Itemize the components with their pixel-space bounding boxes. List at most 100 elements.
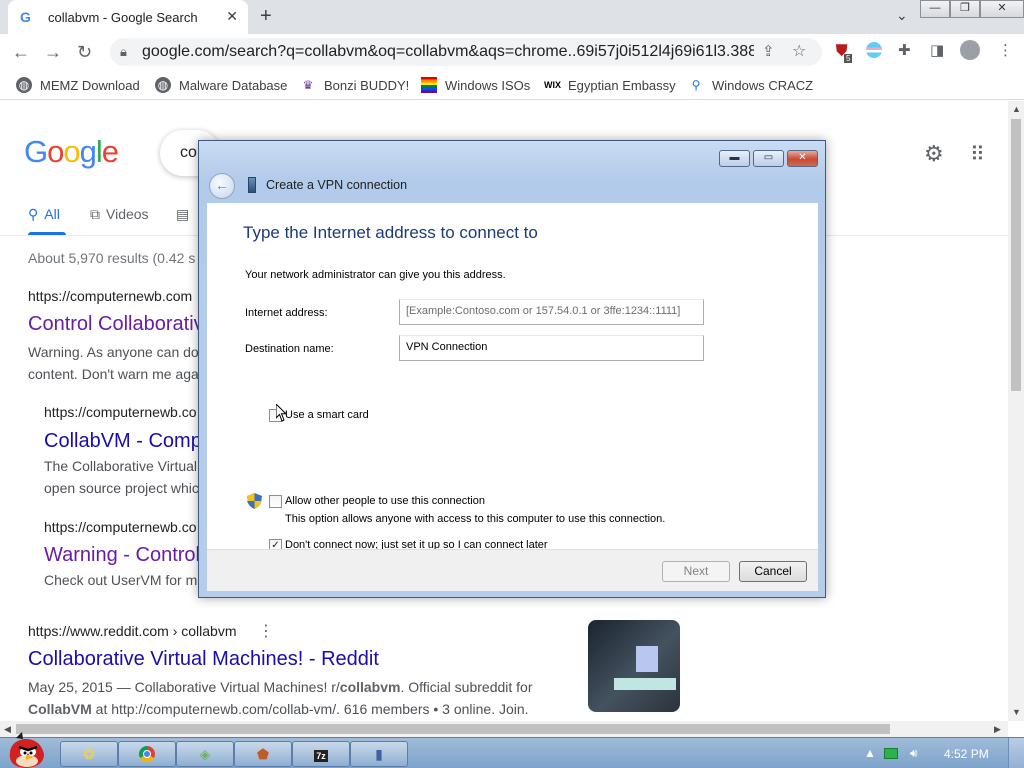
taskbar-network-icon[interactable]: ◈ (176, 741, 234, 767)
globe-icon: ◍ (155, 77, 171, 93)
taskbar-clock[interactable]: 4:52 PM (944, 747, 989, 761)
thumbnail-bar (614, 678, 676, 690)
bookmark-egyptian-embassy[interactable]: WIX Egyptian Embassy (544, 77, 676, 93)
tray-show-hidden-icon[interactable]: ▲ (864, 746, 876, 760)
dialog-maximize-button[interactable]: ▭ (753, 150, 784, 167)
next-button[interactable]: Next (662, 561, 730, 582)
result-stats: About 5,970 results (0.42 s (28, 250, 196, 266)
bookmark-memz[interactable]: ◍ MEMZ Download (16, 77, 140, 93)
allow-others-checkbox[interactable] (269, 495, 282, 508)
search-query-text: co (180, 144, 197, 161)
extensions-puzzle-icon[interactable]: ✚ (898, 41, 911, 59)
globe-icon: ◍ (16, 77, 32, 93)
dialog-intro: Your network administrator can give you … (245, 269, 506, 281)
browser-tab[interactable]: G collabvm - Google Search ✕ (8, 0, 248, 34)
taskbar: ❂ ◈ ⬟ 7z ▮ ▲ 🔊︎ 4:52 PM (0, 732, 1024, 768)
vpn-dialog: ▬ ▭ ✕ ← Create a VPN connection Type the… (198, 140, 826, 598)
google-favicon-icon: G (20, 9, 31, 25)
internet-address-input[interactable]: [Example:Contoso.com or 157.54.0.1 or 3f… (399, 299, 704, 325)
horizontal-scrollbar[interactable]: ◀ ▶ (0, 721, 1008, 737)
tab-all[interactable]: ⚲ All (28, 206, 60, 223)
more-options-icon[interactable]: ⋮ (258, 621, 274, 641)
dialog-frame: ▬ ▭ ✕ ← Create a VPN connection Type the… (199, 141, 825, 597)
scroll-right-arrow-icon[interactable]: ▶ (994, 724, 1001, 735)
minimize-button[interactable]: — (920, 0, 950, 18)
back-arrow-icon[interactable]: ← (209, 173, 235, 199)
bookmark-star-icon[interactable]: ☆ (792, 41, 806, 61)
forward-arrow-icon[interactable]: → (44, 42, 62, 63)
result-title[interactable]: Warning - Control (44, 544, 200, 567)
result-url[interactable]: https://computernewb.co (44, 404, 197, 420)
settings-gear-icon[interactable]: ⚙ (924, 141, 944, 167)
dialog-minimize-button[interactable]: ▬ (719, 150, 750, 167)
result-snippet-line: Check out UserVM for m (44, 572, 198, 588)
taskbar-vpn-icon[interactable]: ▮ (350, 741, 408, 767)
scroll-down-arrow-icon[interactable]: ▼ (1012, 707, 1021, 717)
dialog-footer: Next Cancel (207, 549, 818, 591)
rainbow-flag-icon (421, 77, 437, 93)
dialog-close-button[interactable]: ✕ (787, 150, 818, 167)
address-bar[interactable]: 🔒︎ google.com/search?q=collabvm&oq=colla… (110, 38, 822, 66)
tab-close-icon[interactable]: ✕ (226, 8, 238, 25)
dialog-heading: Type the Internet address to connect to (243, 223, 538, 242)
destination-name-input[interactable]: VPN Connection (399, 335, 704, 361)
close-window-button[interactable]: ✕ (980, 0, 1024, 18)
result-snippet-line: May 25, 2015 — Collaborative Virtual Mac… (28, 679, 533, 695)
result-title[interactable]: Collaborative Virtual Machines! - Reddit (28, 648, 379, 671)
profile-avatar[interactable] (960, 40, 980, 60)
taskbar-chrome-icon[interactable] (118, 741, 176, 767)
result-title[interactable]: Control Collaborativ (28, 313, 204, 336)
start-button-angry-bird-icon[interactable] (4, 730, 48, 768)
tray-volume-icon[interactable]: 🔊︎ (910, 746, 918, 761)
tab-videos[interactable]: ⧉ Videos (90, 206, 149, 223)
tab-search-chevron-icon[interactable]: ⌄ (896, 7, 908, 24)
tab-title: collabvm - Google Search (48, 10, 198, 25)
url-text[interactable]: google.com/search?q=collabvm&oq=collabvm… (142, 43, 754, 61)
trans-flag-extension-icon[interactable] (866, 42, 882, 58)
bookmark-windows-isos[interactable]: Windows ISOs (421, 77, 530, 93)
google-apps-grid-icon[interactable]: ⠿ (970, 142, 985, 167)
side-panel-icon[interactable]: ◨ (930, 41, 944, 59)
news-icon[interactable]: ▤ (176, 206, 189, 223)
scroll-up-arrow-icon[interactable]: ▲ (1012, 104, 1021, 114)
show-desktop-button[interactable] (1008, 738, 1024, 768)
vertical-scrollbar[interactable]: ▲ ▼ (1008, 101, 1024, 721)
smart-card-label[interactable]: Use a smart card (285, 409, 369, 421)
lock-icon[interactable]: 🔒︎ (120, 44, 127, 60)
search-icon: ⚲ (691, 78, 701, 92)
uac-shield-icon (247, 493, 262, 509)
network-icon (248, 177, 256, 193)
video-icon: ⧉ (90, 206, 100, 222)
result-url[interactable]: https://computernewb.com (28, 288, 192, 304)
tray-network-icon[interactable] (884, 748, 898, 759)
result-snippet-line: Warning. As anyone can do (28, 344, 199, 360)
scrollbar-thumb[interactable] (16, 724, 890, 734)
dialog-body: Type the Internet address to connect to … (207, 203, 818, 552)
taskbar-media-icon[interactable]: ⬟ (234, 741, 292, 767)
restore-button[interactable]: ❐ (950, 0, 980, 18)
allow-others-description: This option allows anyone with access to… (285, 513, 666, 525)
google-logo[interactable]: Google (24, 134, 119, 170)
extension-badge: 5 (844, 54, 853, 63)
bookmark-windows-cracz[interactable]: ⚲ Windows CRACZ (688, 77, 814, 93)
taskbar-explorer-icon[interactable]: ❂ (60, 741, 118, 767)
bookmark-bonzi[interactable]: ♛ Bonzi BUDDY! (300, 77, 410, 93)
wix-icon: WIX (544, 80, 561, 90)
bookmark-malware-db[interactable]: ◍ Malware Database (155, 77, 287, 93)
cancel-button[interactable]: Cancel (739, 561, 807, 582)
mouse-cursor-icon (276, 404, 288, 422)
menu-kebab-icon[interactable]: ⋮ (998, 41, 1013, 59)
window-controls: — ❐ ✕ (920, 0, 1024, 18)
internet-address-label: Internet address: (245, 307, 328, 319)
taskbar-7zip-icon[interactable]: 7z (292, 741, 350, 767)
allow-others-label[interactable]: Allow other people to use this connectio… (285, 495, 485, 507)
result-url[interactable]: https://www.reddit.com › collabvm (28, 623, 237, 639)
result-title[interactable]: CollabVM - Comp (44, 430, 202, 453)
back-arrow-icon[interactable]: ← (12, 42, 30, 63)
result-thumbnail[interactable] (588, 620, 680, 712)
new-tab-button[interactable]: + (260, 5, 272, 28)
result-url[interactable]: https://computernewb.co (44, 519, 197, 535)
scrollbar-thumb[interactable] (1011, 119, 1021, 391)
reload-icon[interactable]: ↻ (77, 42, 92, 63)
share-icon[interactable]: ⇪ (762, 42, 775, 60)
